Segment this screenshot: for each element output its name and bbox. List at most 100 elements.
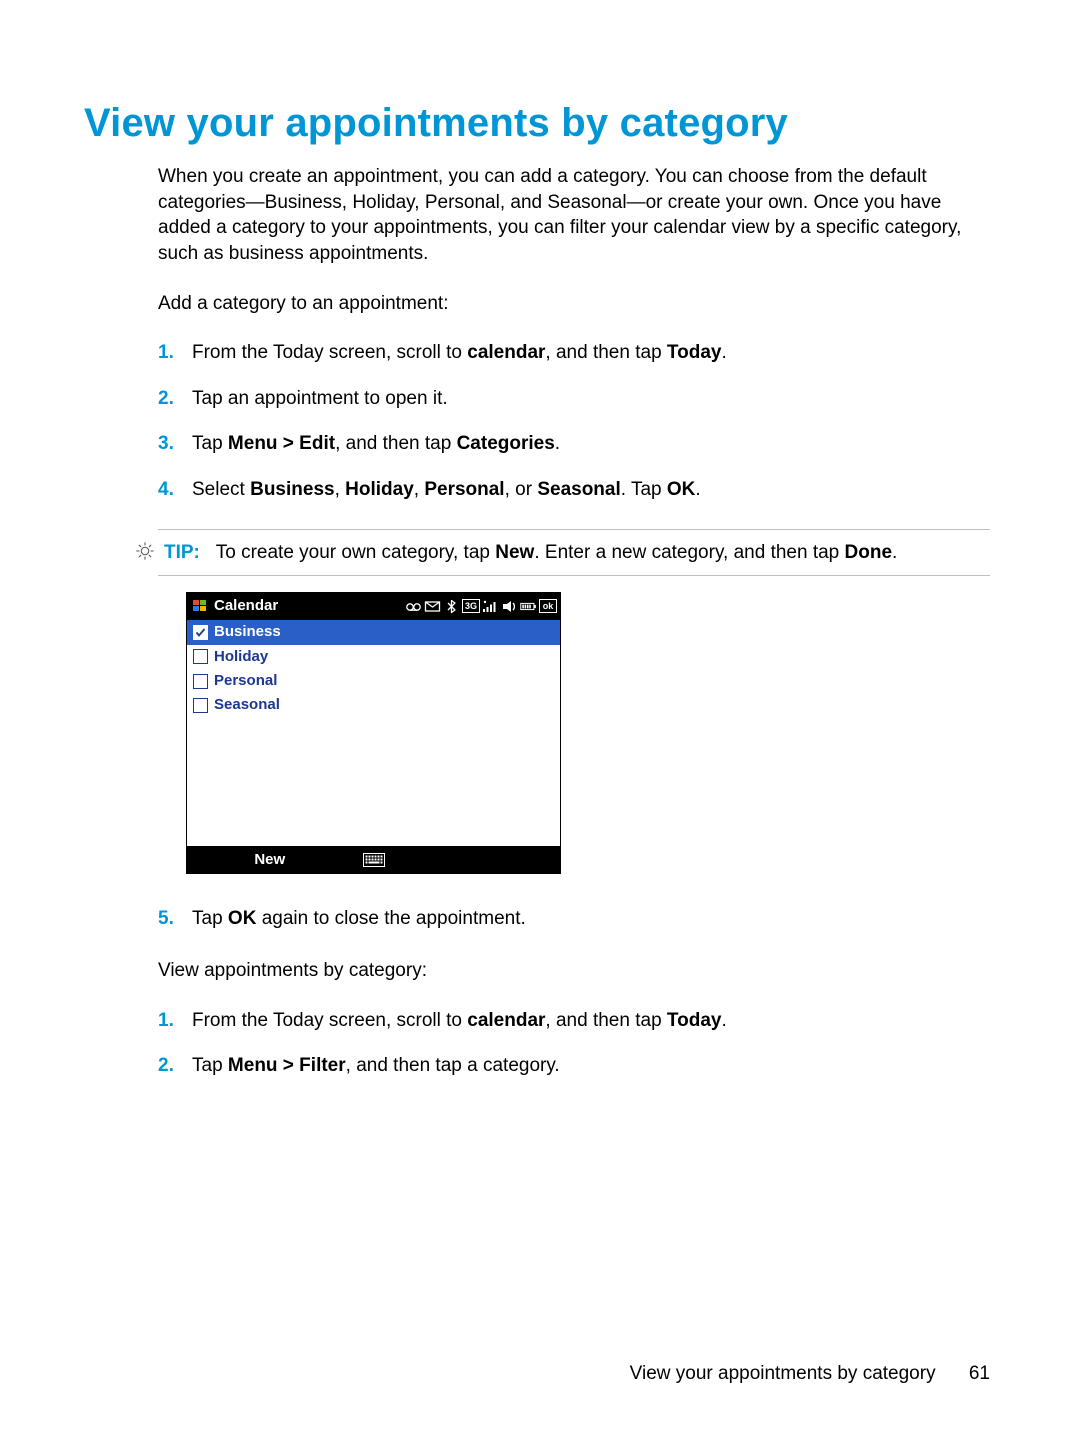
bold-calendar: calendar bbox=[467, 342, 545, 363]
step-4: 4. Select Business, Holiday, Personal, o… bbox=[158, 477, 990, 503]
checkbox-checked-icon[interactable] bbox=[193, 625, 208, 640]
step-text: Tap OK again to close the appointment. bbox=[192, 908, 526, 929]
page-title: View your appointments by category bbox=[84, 96, 990, 150]
text-frag: . bbox=[555, 433, 560, 454]
page-number: 61 bbox=[969, 1361, 990, 1387]
voicemail-icon bbox=[405, 599, 422, 614]
bold-menu-filter: Menu > Filter bbox=[228, 1055, 346, 1076]
tip-callout: TIP: To create your own category, tap Ne… bbox=[158, 529, 990, 577]
text-frag: . bbox=[892, 542, 897, 563]
tip-text: TIP: To create your own category, tap Ne… bbox=[164, 540, 897, 566]
category-list: Business Holiday Personal Seasonal bbox=[186, 620, 561, 846]
network-3g-icon: 3G bbox=[462, 599, 480, 613]
text-frag: , and then tap a category. bbox=[346, 1055, 560, 1076]
intro-paragraph: When you create an appointment, you can … bbox=[158, 164, 990, 267]
mail-icon bbox=[424, 599, 441, 614]
device-titlebar: Calendar 3G ok bbox=[186, 592, 561, 620]
device-title: Calendar bbox=[214, 596, 399, 616]
text-frag: From the Today screen, scroll to bbox=[192, 342, 467, 363]
bold-holiday: Holiday bbox=[345, 479, 414, 500]
bold-seasonal: Seasonal bbox=[537, 479, 620, 500]
softkey-new[interactable]: New bbox=[186, 850, 354, 870]
category-label: Business bbox=[214, 622, 281, 642]
category-label: Personal bbox=[214, 671, 277, 691]
device-softkey-bar: New bbox=[186, 846, 561, 874]
step-text: Tap Menu > Filter, and then tap a catego… bbox=[192, 1055, 560, 1076]
category-label: Holiday bbox=[214, 647, 268, 667]
page: View your appointments by category When … bbox=[0, 0, 1080, 1437]
step-number: 5. bbox=[158, 906, 174, 932]
text-frag: . Enter a new category, and then tap bbox=[534, 542, 844, 563]
tip-icon bbox=[136, 542, 154, 560]
signal-icon bbox=[482, 599, 499, 614]
view-category-label: View appointments by category: bbox=[158, 958, 990, 984]
view-step-1: 1. From the Today screen, scroll to cale… bbox=[158, 1008, 990, 1034]
category-row-seasonal[interactable]: Seasonal bbox=[187, 693, 560, 717]
text-frag: . bbox=[695, 479, 700, 500]
checkbox-unchecked-icon[interactable] bbox=[193, 674, 208, 689]
windows-flag-icon bbox=[192, 598, 208, 614]
bold-today: Today bbox=[667, 1010, 722, 1031]
text-frag: Tap bbox=[192, 908, 228, 929]
add-steps-list-cont: 5. Tap OK again to close the appointment… bbox=[158, 906, 990, 932]
text-frag: . Tap bbox=[621, 479, 667, 500]
text-frag: , bbox=[414, 479, 425, 500]
bold-business: Business bbox=[250, 479, 334, 500]
device-screenshot: Calendar 3G ok Business bbox=[186, 592, 561, 874]
text-frag bbox=[205, 542, 216, 563]
step-2: 2. Tap an appointment to open it. bbox=[158, 386, 990, 412]
add-steps-list: 1. From the Today screen, scroll to cale… bbox=[158, 340, 990, 503]
step-text: From the Today screen, scroll to calenda… bbox=[192, 342, 727, 363]
body-column: When you create an appointment, you can … bbox=[158, 164, 990, 1079]
category-label: Seasonal bbox=[214, 695, 280, 715]
bold-today: Today bbox=[667, 342, 722, 363]
tip-row: TIP: To create your own category, tap Ne… bbox=[136, 540, 990, 566]
text-frag: , or bbox=[505, 479, 538, 500]
text-frag: Select bbox=[192, 479, 250, 500]
bold-categories: Categories bbox=[457, 433, 555, 454]
category-row-personal[interactable]: Personal bbox=[187, 669, 560, 693]
category-row-business[interactable]: Business bbox=[187, 620, 560, 644]
view-steps-list: 1. From the Today screen, scroll to cale… bbox=[158, 1008, 990, 1079]
bold-ok: OK bbox=[228, 908, 257, 929]
text-frag: , and then tap bbox=[335, 433, 457, 454]
text-frag: Tap bbox=[192, 1055, 228, 1076]
step-number: 2. bbox=[158, 1053, 174, 1079]
ok-button-icon[interactable]: ok bbox=[539, 599, 557, 613]
step-text: Tap an appointment to open it. bbox=[192, 388, 448, 409]
step-text: Select Business, Holiday, Personal, or S… bbox=[192, 479, 701, 500]
text-frag: From the Today screen, scroll to bbox=[192, 1010, 467, 1031]
step-3: 3. Tap Menu > Edit, and then tap Categor… bbox=[158, 431, 990, 457]
step-number: 3. bbox=[158, 431, 174, 457]
text-frag: Tap bbox=[192, 433, 228, 454]
step-1: 1. From the Today screen, scroll to cale… bbox=[158, 340, 990, 366]
page-footer: View your appointments by category 61 bbox=[630, 1361, 990, 1387]
speaker-icon bbox=[501, 599, 518, 614]
text-frag: again to close the appointment. bbox=[256, 908, 525, 929]
checkbox-unchecked-icon[interactable] bbox=[193, 649, 208, 664]
step-text: Tap Menu > Edit, and then tap Categories… bbox=[192, 433, 560, 454]
step-number: 2. bbox=[158, 386, 174, 412]
bold-ok: OK bbox=[667, 479, 696, 500]
text-frag: . bbox=[721, 342, 726, 363]
text-frag: To create your own category, tap bbox=[216, 542, 496, 563]
bold-new: New bbox=[495, 542, 534, 563]
keyboard-toggle[interactable] bbox=[354, 853, 394, 867]
bold-menu-edit: Menu > Edit bbox=[228, 433, 335, 454]
bluetooth-icon bbox=[443, 599, 460, 614]
step-number: 4. bbox=[158, 477, 174, 503]
keyboard-icon bbox=[363, 853, 385, 867]
step-text: From the Today screen, scroll to calenda… bbox=[192, 1010, 727, 1031]
battery-icon bbox=[520, 599, 537, 614]
step-number: 1. bbox=[158, 1008, 174, 1034]
status-icons: 3G ok bbox=[405, 599, 557, 614]
view-step-2: 2. Tap Menu > Filter, and then tap a cat… bbox=[158, 1053, 990, 1079]
checkbox-unchecked-icon[interactable] bbox=[193, 698, 208, 713]
step-5: 5. Tap OK again to close the appointment… bbox=[158, 906, 990, 932]
tip-label: TIP: bbox=[164, 542, 200, 563]
bold-calendar: calendar bbox=[467, 1010, 545, 1031]
text-frag: , and then tap bbox=[545, 1010, 667, 1031]
bold-done: Done bbox=[845, 542, 893, 563]
category-row-holiday[interactable]: Holiday bbox=[187, 645, 560, 669]
text-frag: , and then tap bbox=[545, 342, 667, 363]
